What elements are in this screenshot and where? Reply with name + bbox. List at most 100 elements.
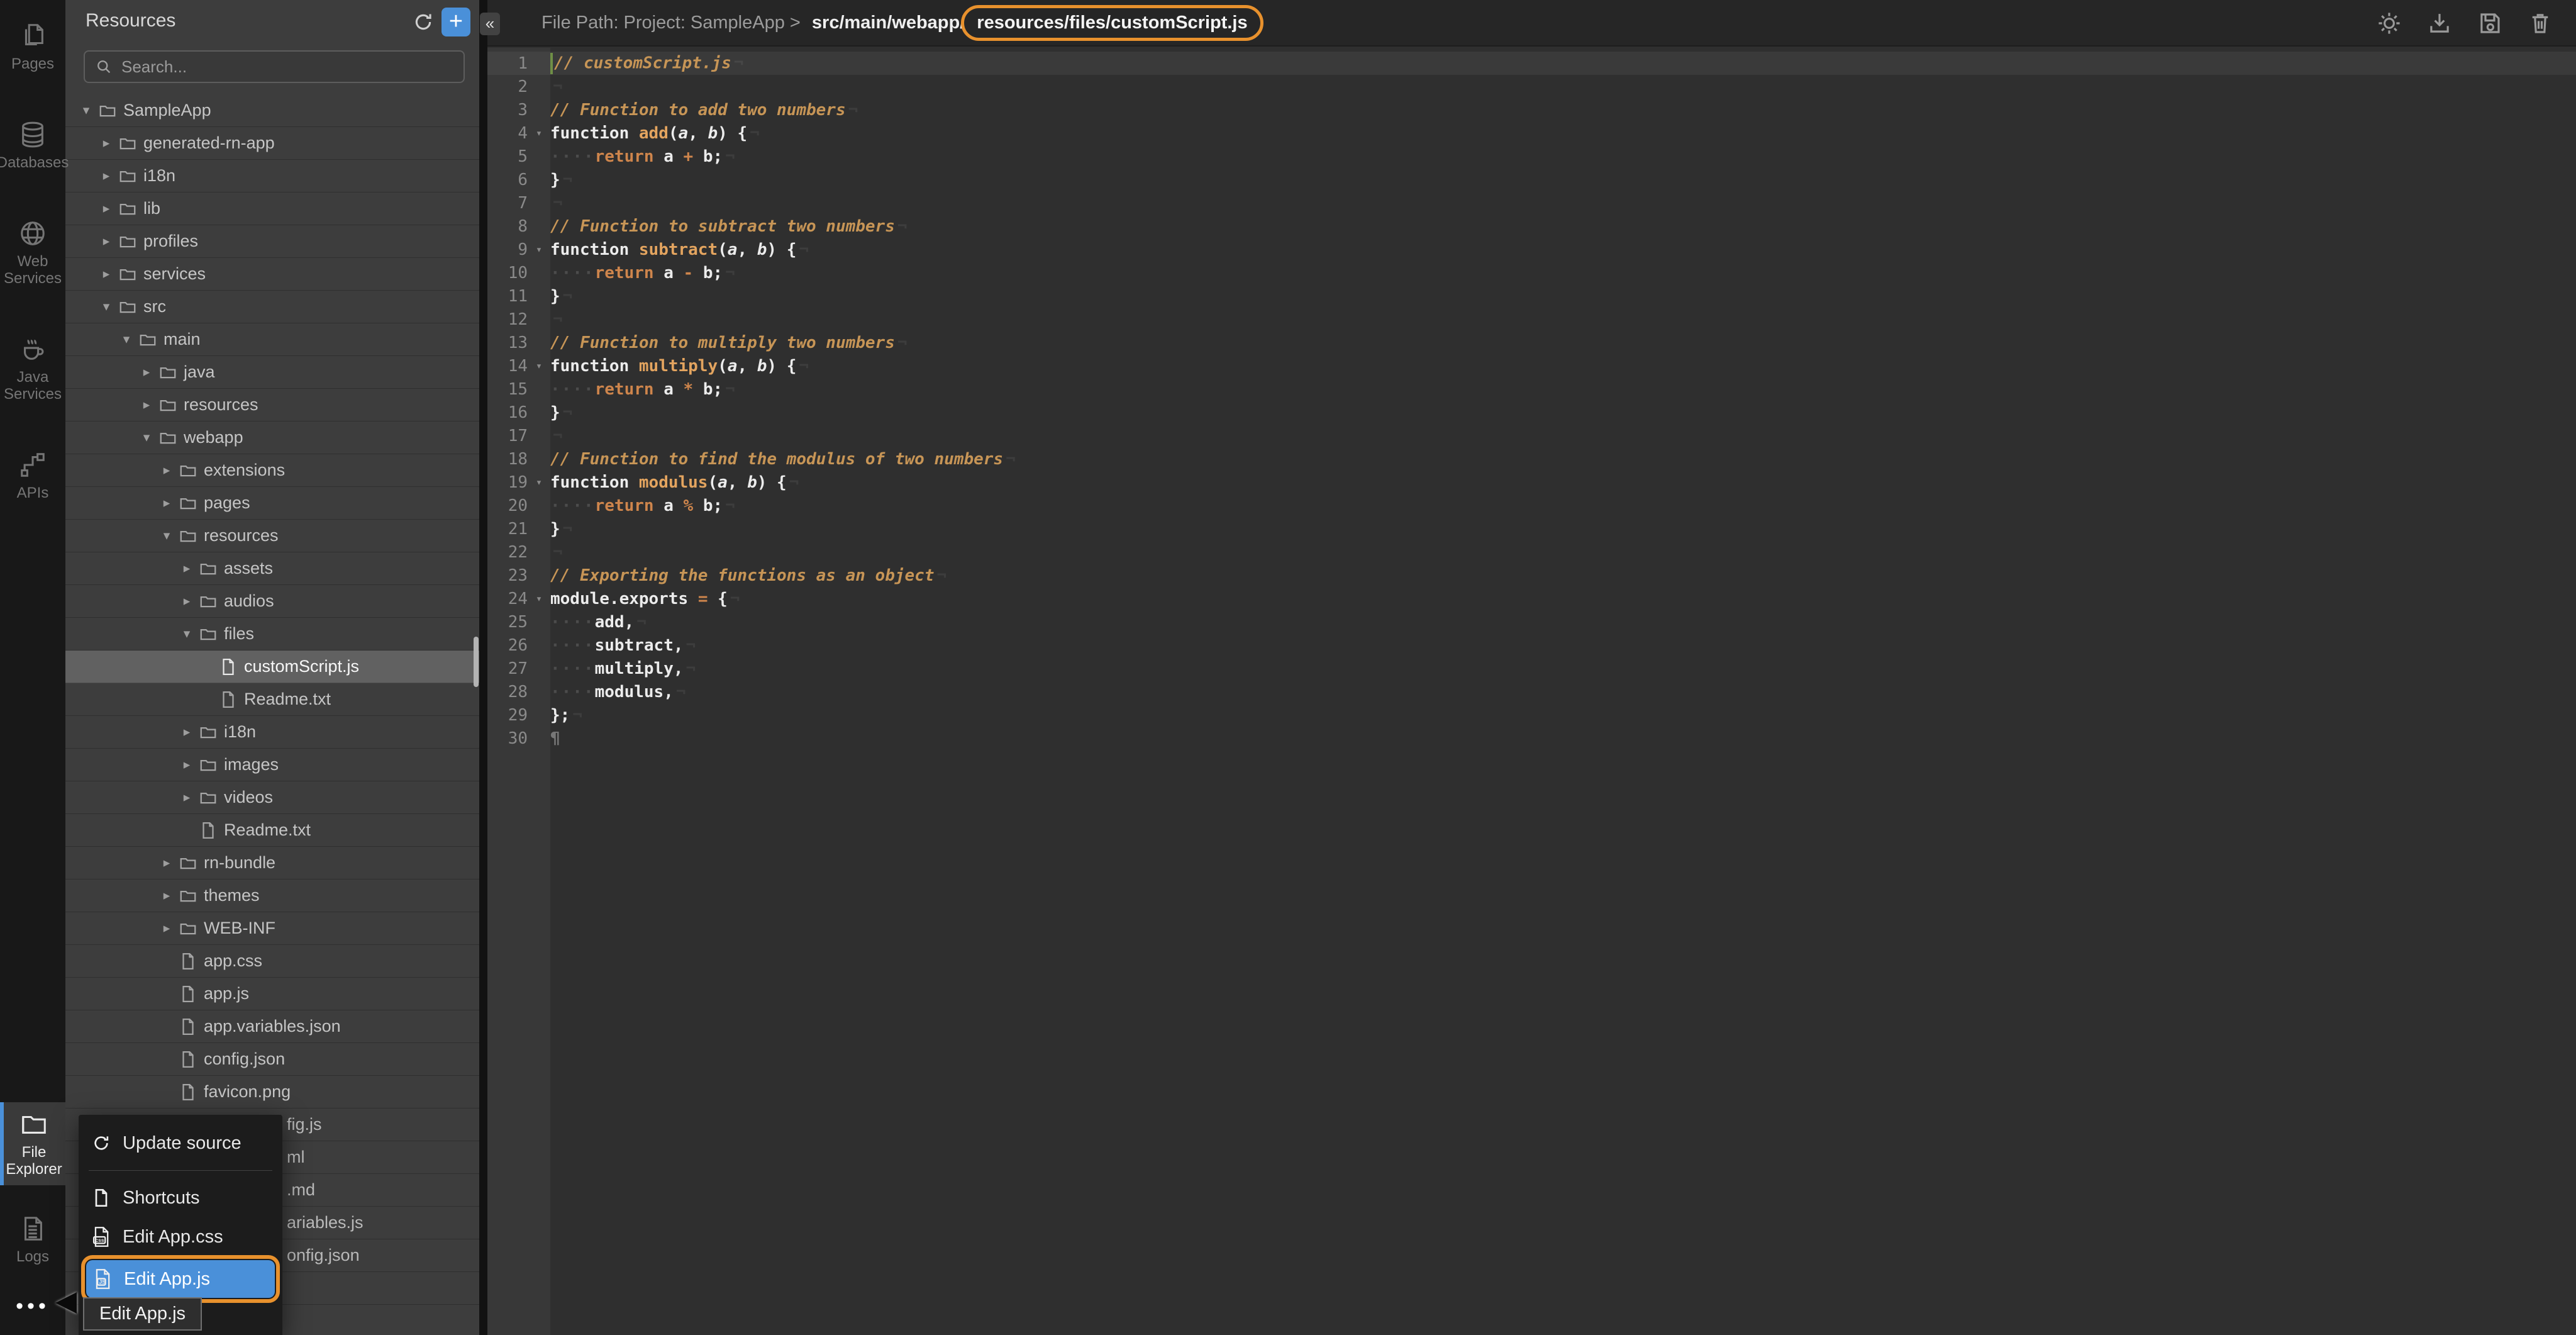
tree-item-main[interactable]: ▾ main	[65, 323, 479, 356]
sidebar-item-label: Pages	[11, 55, 55, 72]
code-editor: File Path: Project: SampleApp > src/main…	[487, 0, 2576, 1335]
chevron-down-icon[interactable]: ▾	[94, 299, 118, 315]
code-line-text: ¬	[553, 310, 563, 329]
menu-item-edit-app-js[interactable]: JS Edit App.js	[81, 1255, 280, 1303]
tree-item-label: rn-bundle	[204, 853, 276, 872]
refresh-icon[interactable]	[413, 11, 434, 33]
add-resource-button[interactable]: +	[441, 8, 470, 36]
tree-item-lib[interactable]: ▸ lib	[65, 193, 479, 225]
code-line-text: }; ¬	[550, 705, 582, 725]
tree-item-label: files	[224, 624, 255, 643]
chevron-right-icon[interactable]: ▸	[94, 135, 118, 151]
chevron-right-icon[interactable]: ▸	[155, 855, 179, 871]
tree-item-audios[interactable]: ▸ audios	[65, 585, 479, 618]
fold-arrow-icon[interactable]: ▾	[528, 593, 550, 605]
chevron-right-icon[interactable]: ▸	[175, 724, 199, 740]
tree-item-videos[interactable]: ▸ videos	[65, 781, 479, 814]
chevron-right-icon[interactable]: ▸	[155, 920, 179, 936]
tree-item-i18n[interactable]: ▸ i18n	[65, 716, 479, 749]
save-icon[interactable]	[2477, 10, 2503, 36]
line-number: 3	[518, 100, 528, 120]
search-input[interactable]	[120, 56, 453, 77]
tree-item-images[interactable]: ▸ images	[65, 749, 479, 781]
tree-item-web-inf[interactable]: ▸ WEB-INF	[65, 912, 479, 945]
chevron-right-icon[interactable]: ▸	[94, 266, 118, 282]
chevron-right-icon[interactable]: ▸	[94, 168, 118, 184]
line-number: 17	[508, 426, 528, 445]
sidebar-item-logs[interactable]: Logs	[0, 1207, 65, 1273]
chevron-right-icon[interactable]: ▸	[155, 462, 179, 478]
code-line: 30 ¶	[487, 727, 2576, 750]
tree-item-assets[interactable]: ▸ assets	[65, 552, 479, 585]
sidebar-item-label: Databases	[0, 154, 69, 171]
folder-icon	[199, 592, 224, 611]
tree-item-app-css[interactable]: app.css	[65, 945, 479, 978]
chevron-right-icon[interactable]: ▸	[175, 593, 199, 609]
chevron-right-icon[interactable]: ▸	[175, 757, 199, 773]
chevron-right-icon[interactable]: ▸	[155, 495, 179, 511]
tree-item-config-json[interactable]: config.json	[65, 1043, 479, 1076]
sidebar-item-file-explorer[interactable]: File Explorer	[0, 1102, 65, 1185]
menu-item-shortcuts[interactable]: Shortcuts	[79, 1178, 282, 1217]
delete-trash-icon[interactable]	[2527, 10, 2553, 36]
chevron-right-icon[interactable]: ▸	[94, 201, 118, 216]
tree-item-app-variables-json[interactable]: app.variables.json	[65, 1010, 479, 1043]
fold-arrow-icon[interactable]: ▾	[528, 243, 550, 256]
tree-item-themes[interactable]: ▸ themes	[65, 880, 479, 912]
chevron-right-icon[interactable]: ▸	[175, 790, 199, 805]
tree-item-app-js[interactable]: app.js	[65, 978, 479, 1010]
line-number: 2	[518, 77, 528, 96]
tree-item-pages[interactable]: ▸ pages	[65, 487, 479, 520]
sidebar-item-databases[interactable]: Databases	[0, 113, 69, 179]
settings-gear-icon[interactable]	[2376, 10, 2402, 36]
chevron-right-icon[interactable]: ▸	[135, 397, 158, 413]
tree-item-rn-bundle[interactable]: ▸ rn-bundle	[65, 847, 479, 880]
chevron-down-icon[interactable]: ▾	[175, 626, 199, 642]
sidebar-item-apis[interactable]: APIs	[0, 443, 65, 509]
chevron-right-icon[interactable]: ▸	[155, 888, 179, 903]
code-line-text: // Function to subtract two numbers ¬	[550, 216, 908, 236]
chevron-down-icon[interactable]: ▾	[114, 332, 138, 347]
tree-scrollbar[interactable]	[474, 637, 479, 687]
tree-item-profiles[interactable]: ▸ profiles	[65, 225, 479, 258]
sidebar-item-pages[interactable]: Pages	[0, 14, 65, 80]
code-area[interactable]: 1// customScript.js ¬ 2 ¬ 3// Function to ad…	[487, 52, 2576, 750]
tree-item-resources[interactable]: ▸ resources	[65, 389, 479, 422]
chevron-down-icon[interactable]: ▾	[155, 528, 179, 544]
tooltip: Edit App.js	[83, 1297, 203, 1331]
menu-item-label: Edit App.css	[123, 1226, 223, 1247]
collapse-panel-button[interactable]: «	[480, 13, 500, 35]
chevron-down-icon[interactable]: ▾	[135, 430, 158, 445]
tree-item-sampleapp[interactable]: ▾ SampleApp	[65, 94, 479, 127]
menu-item-edit-app-css[interactable]: css Edit App.css	[79, 1217, 282, 1256]
sidebar-item-web-services[interactable]: Web Services	[0, 211, 65, 294]
tree-item-extensions[interactable]: ▸ extensions	[65, 454, 479, 487]
code-viewport[interactable]: 1// customScript.js ¬ 2 ¬ 3// Function to ad…	[487, 48, 2576, 1335]
chevron-right-icon[interactable]: ▸	[135, 364, 158, 380]
fold-arrow-icon[interactable]: ▾	[528, 476, 550, 489]
fold-arrow-icon[interactable]: ▾	[528, 127, 550, 140]
menu-item-update-source[interactable]: Update source	[79, 1124, 282, 1163]
chevron-right-icon[interactable]: ▸	[94, 233, 118, 249]
tree-item-readme-txt[interactable]: Readme.txt	[65, 683, 479, 716]
download-icon[interactable]	[2426, 10, 2453, 36]
chevron-right-icon[interactable]: ▸	[175, 561, 199, 576]
tree-item-favicon-png[interactable]: favicon.png	[65, 1076, 479, 1109]
folder-icon	[179, 886, 204, 905]
tree-item-resources[interactable]: ▾ resources	[65, 520, 479, 552]
tree-item-label: customScript.js	[244, 657, 360, 676]
tree-item-services[interactable]: ▸ services	[65, 258, 479, 291]
tree-item-files[interactable]: ▾ files	[65, 618, 479, 651]
code-line-text: ¬	[553, 542, 563, 562]
chevron-down-icon[interactable]: ▾	[74, 103, 98, 118]
tree-item-generated-rn-app[interactable]: ▸ generated-rn-app	[65, 127, 479, 160]
tree-item-java[interactable]: ▸ java	[65, 356, 479, 389]
tree-item-webapp[interactable]: ▾ webapp	[65, 422, 479, 454]
sidebar-item-java-services[interactable]: Java Services	[0, 327, 65, 410]
tree-item-i18n[interactable]: ▸ i18n	[65, 160, 479, 193]
tree-item-customscript-js[interactable]: customScript.js	[65, 651, 479, 683]
tree-item-src[interactable]: ▾ src	[65, 291, 479, 323]
fold-arrow-icon[interactable]: ▾	[528, 360, 550, 372]
code-line: 15 ····return a * b; ¬	[487, 377, 2576, 401]
tree-item-readme-txt[interactable]: Readme.txt	[65, 814, 479, 847]
